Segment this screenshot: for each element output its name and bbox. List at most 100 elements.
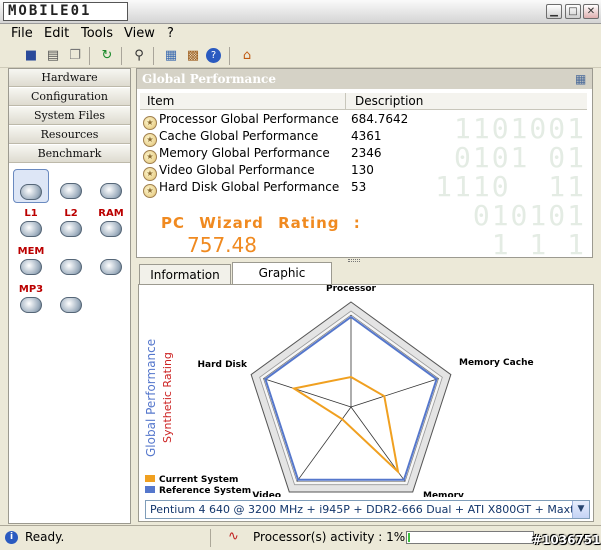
row-value: 4361 (351, 129, 382, 143)
icon-label (93, 245, 129, 259)
title-bar: MOBILE01 ▁ □ ✕ (0, 0, 601, 24)
table-row[interactable]: ★ Hard Disk Global Performance (143, 179, 340, 198)
icon-graphic (100, 259, 122, 275)
axis-label: Memory Cache (459, 358, 534, 368)
panel-title: Global Performance (137, 69, 592, 89)
icon-label (53, 169, 89, 183)
legend-entry: Reference System (159, 486, 251, 496)
table-row[interactable]: ★ Video Global Performance (143, 162, 315, 181)
icon-label: L2 (64, 208, 78, 219)
column-description[interactable]: Description (355, 94, 423, 108)
icon-graphic (60, 221, 82, 237)
navigation-panel: Hardware Configuration System Files Reso… (8, 68, 131, 524)
column-header: Item Description (140, 93, 587, 110)
status-separator (210, 529, 211, 547)
video-benchmark-icon[interactable] (53, 245, 89, 279)
row-item: Cache Global Performance (159, 129, 319, 143)
icon-graphic (20, 221, 42, 237)
icon-label (93, 169, 129, 183)
cpu-benchmark-icon[interactable] (53, 169, 89, 203)
ram-benchmark-icon[interactable]: RAM (93, 207, 129, 241)
menu-help[interactable]: ? (167, 26, 174, 41)
maximize-button[interactable]: □ (565, 4, 581, 19)
icon-graphic (20, 184, 42, 200)
refresh-icon[interactable]: ↻ (98, 47, 116, 64)
search-icon[interactable]: ⚲ (130, 47, 148, 64)
board-icon[interactable]: ▩ (184, 47, 202, 64)
y-axis-label: Global Performance (144, 339, 158, 457)
mem-benchmark-icon[interactable]: MEM (13, 245, 49, 279)
multimedia-benchmark-icon[interactable] (53, 283, 89, 317)
medal-icon: ★ (143, 184, 157, 198)
icon-label (53, 245, 89, 259)
row-value: 2346 (351, 146, 382, 160)
table-row[interactable]: ★ Processor Global Performance (143, 111, 339, 130)
gears-benchmark-icon[interactable] (93, 169, 129, 203)
icon-label: RAM (98, 208, 124, 219)
hardware-icon[interactable]: ▦ (162, 47, 180, 64)
menu-file[interactable]: File (11, 26, 33, 41)
tab-information[interactable]: Information (139, 264, 231, 285)
status-activity: Processor(s) activity : 1% (253, 530, 406, 544)
nav-system-files[interactable]: System Files (9, 107, 130, 125)
panel-hardware-icon[interactable]: ▦ (575, 72, 589, 86)
app-logo: MOBILE01 (3, 2, 128, 21)
activity-progress-bar (406, 531, 534, 544)
menu-view[interactable]: View (124, 26, 155, 41)
l2-cache-icon[interactable]: L2 (53, 207, 89, 241)
table-row[interactable]: ★ Memory Global Performance (143, 145, 330, 164)
mp3-benchmark-icon[interactable]: MP3 (13, 283, 49, 317)
nav-benchmark[interactable]: Benchmark (9, 145, 130, 163)
system-select-value: Pentium 4 640 @ 3200 MHz + i945P + DDR2-… (150, 503, 589, 516)
menu-tools[interactable]: Tools (81, 26, 113, 41)
save-icon[interactable]: ■ (22, 47, 40, 64)
column-divider[interactable] (345, 93, 346, 109)
row-item: Hard Disk Global Performance (159, 180, 340, 194)
toolbar-separator (121, 47, 122, 65)
icon-graphic (20, 297, 42, 313)
legend-swatch (145, 486, 155, 493)
rating-value: 757.48 (187, 233, 257, 257)
minimize-button[interactable]: ▁ (546, 4, 562, 19)
icon-label (53, 283, 89, 297)
icon-label: MEM (17, 246, 45, 257)
nav-hardware[interactable]: Hardware (9, 69, 130, 87)
toolbar-separator (89, 47, 90, 65)
axis-label: Video (252, 491, 281, 497)
icon-graphic (60, 183, 82, 199)
icon-label: L1 (24, 208, 38, 219)
legend-swatch (145, 475, 155, 482)
watermark-stamp: #1036751 (532, 533, 601, 547)
icon-graphic (100, 183, 122, 199)
axis-label: Memory (423, 491, 464, 497)
close-button[interactable]: ✕ (583, 4, 599, 19)
info-icon: i (5, 531, 18, 544)
toolbar: ■ ▤ ❐ ↻ ⚲ ▦ ▩ ? ⌂ (0, 44, 601, 68)
menu-edit[interactable]: Edit (44, 26, 69, 41)
table-row[interactable]: ★ Cache Global Performance (143, 128, 319, 147)
disk-benchmark-icon[interactable] (93, 245, 129, 279)
icon-label: MP3 (18, 284, 44, 295)
home-icon[interactable]: ⌂ (238, 47, 256, 64)
copy-icon[interactable]: ❐ (66, 47, 84, 64)
l1-cache-icon[interactable]: L1 (13, 207, 49, 241)
column-item[interactable]: Item (147, 94, 174, 108)
system-benchmark-icon[interactable] (13, 169, 49, 203)
activity-progress-fill (408, 533, 410, 542)
row-value: 684.7642 (351, 112, 409, 126)
help-icon[interactable]: ? (206, 48, 221, 63)
print-icon[interactable]: ▤ (44, 47, 62, 64)
icon-label (14, 170, 48, 184)
tab-graphic[interactable]: Graphic (232, 262, 332, 285)
system-select[interactable]: Pentium 4 640 @ 3200 MHz + i945P + DDR2-… (145, 500, 590, 519)
splitter-handle[interactable] (348, 259, 360, 262)
nav-configuration[interactable]: Configuration (9, 88, 130, 106)
y-axis-label-secondary: Synthetic Rating (161, 352, 174, 443)
legend-entry: Current System (159, 475, 238, 485)
icon-graphic (20, 259, 42, 275)
chevron-down-icon[interactable]: ▼ (572, 501, 589, 518)
radar-chart-panel: Processor Memory Cache Memory Video Hard Dis… (138, 284, 594, 522)
nav-resources[interactable]: Resources (9, 126, 130, 144)
benchmark-icon-area: L1 L2 RAM MEM MP3 (9, 165, 130, 523)
row-item: Processor Global Performance (159, 112, 339, 126)
